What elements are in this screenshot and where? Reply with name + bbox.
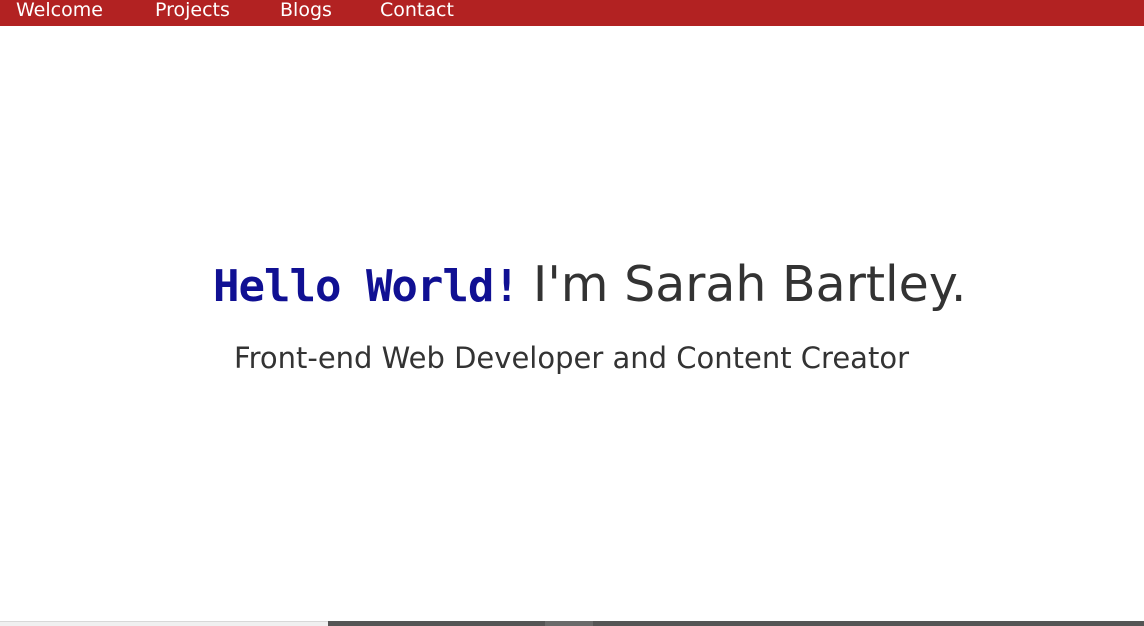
nav-link-blogs[interactable]: Blogs <box>280 0 332 23</box>
hero-name: I'm Sarah Bartley. <box>532 256 967 313</box>
hello-world-greeting: Hello World! <box>213 261 520 312</box>
horizontal-scrollbar-thumb[interactable] <box>328 621 1144 626</box>
nav-link-contact[interactable]: Contact <box>380 0 454 23</box>
nav-link-welcome[interactable]: Welcome <box>16 0 103 23</box>
hero-title: Hello World! I'm Sarah Bartley. <box>213 246 966 324</box>
scrollbar-grip <box>545 621 593 626</box>
hero-subtitle: Front-end Web Developer and Content Crea… <box>234 341 909 375</box>
top-navbar: Welcome Projects Blogs Contact <box>0 0 1144 26</box>
nav-link-projects[interactable]: Projects <box>155 0 230 23</box>
